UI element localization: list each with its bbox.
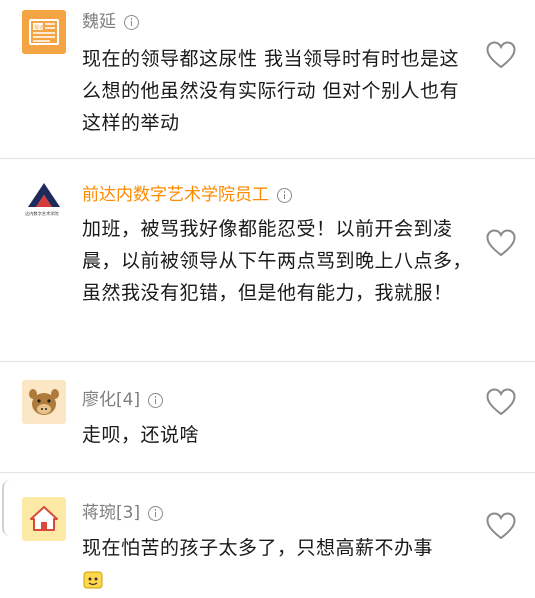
heart-icon[interactable]: [486, 41, 516, 69]
comment-text: 走呗，还说啥: [82, 424, 200, 446]
username-text[interactable]: 魏延: [82, 12, 116, 32]
info-icon[interactable]: [277, 187, 292, 203]
username-text[interactable]: 蒋琬[3]: [82, 503, 140, 523]
emoji-icon: [83, 571, 103, 589]
username-text[interactable]: 前达内数字艺术学院员工: [82, 185, 269, 205]
username-text[interactable]: 廖化[4]: [82, 390, 140, 410]
avatar-text: 报道: [34, 24, 44, 31]
avatar[interactable]: 报道: [22, 10, 66, 54]
comment-username[interactable]: 前达内数字艺术学院员工: [82, 185, 292, 205]
heart-icon[interactable]: [486, 229, 516, 257]
comment-feed: 报道 魏延 现在的领导都这尿性 我当领导时有时也是这么想的他虽然没有实际行动 但…: [0, 0, 535, 598]
comment-username[interactable]: 魏延: [82, 12, 139, 32]
heart-icon[interactable]: [486, 512, 516, 540]
avatar[interactable]: [22, 497, 66, 541]
comment-item: 报道 魏延 现在的领导都这尿性 我当领导时有时也是这么想的他虽然没有实际行动 但…: [0, 0, 535, 158]
comment-username[interactable]: 廖化[4]: [82, 390, 164, 410]
avatar[interactable]: 达内数字艺术学院: [22, 177, 66, 221]
comment-text: 现在怕苦的孩子太多了，只想高薪不办事: [82, 537, 434, 559]
info-icon[interactable]: [124, 14, 139, 30]
info-icon[interactable]: [148, 392, 164, 408]
cartoon-animal-icon: [22, 380, 66, 424]
heart-icon[interactable]: [486, 388, 516, 416]
comment-item: 蒋琬[3] 现在怕苦的孩子太多了，只想高薪不办事: [0, 473, 535, 598]
info-icon[interactable]: [148, 505, 164, 521]
comment-username[interactable]: 蒋琬[3]: [82, 503, 164, 523]
house-icon: [22, 497, 66, 541]
comment-text: 加班，被骂我好像都能忍受！以前开会到凌晨，以前被领导从下午两点骂到晚上八点多，虽…: [82, 218, 473, 304]
newspaper-icon: 报道: [22, 10, 66, 54]
scroll-edge-indicator: [2, 480, 10, 536]
comment-item: 廖化[4] 走呗，还说啥: [0, 362, 535, 472]
avatar[interactable]: [22, 380, 66, 424]
comment-text: 现在的领导都这尿性 我当领导时有时也是这么想的他虽然没有实际行动 但对个别人也有…: [82, 48, 460, 134]
avatar-text: 达内数字艺术学院: [25, 210, 59, 217]
school-logo-icon: 达内数字艺术学院: [22, 177, 66, 221]
comment-item: 达内数字艺术学院 前达内数字艺术学院员工 加班，被骂我好像都能忍受！以前开会到凌…: [0, 159, 535, 361]
